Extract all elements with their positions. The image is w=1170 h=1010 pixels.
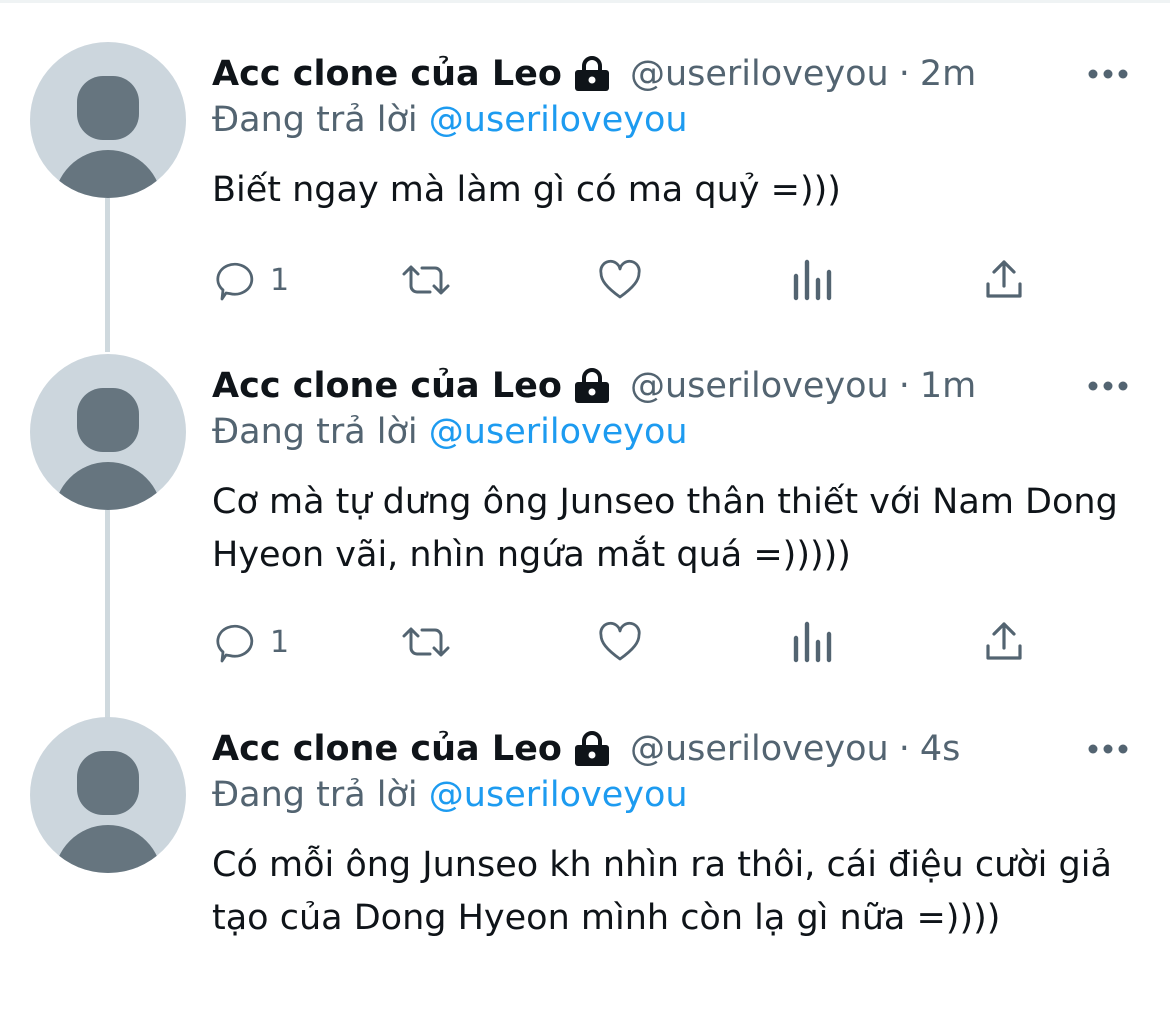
reply-count: 1 (270, 262, 290, 298)
tweet-header: Acc clone của Leo @useriloveyou · 2m (212, 50, 976, 98)
retweet-button[interactable] (398, 614, 454, 670)
tweet-header: Acc clone của Leo @useriloveyou · 1m (212, 362, 976, 410)
replying-to: Đang trả lời @useriloveyou (212, 412, 688, 452)
separator-dot: · (898, 54, 910, 94)
display-name[interactable]: Acc clone của Leo (212, 366, 562, 406)
like-button[interactable] (596, 252, 644, 308)
tweet-actions: 1 (212, 252, 1092, 312)
lock-icon (574, 368, 609, 403)
reply-icon (216, 624, 254, 663)
timestamp[interactable]: 2m (920, 54, 976, 94)
more-icon[interactable] (1086, 737, 1130, 761)
more-icon[interactable] (1086, 374, 1130, 398)
analytics-button[interactable] (790, 614, 834, 670)
replying-mention[interactable]: @useriloveyou (429, 775, 688, 815)
timestamp[interactable]: 1m (920, 366, 976, 406)
avatar-head (77, 751, 139, 815)
reply-button[interactable]: 1 (212, 614, 289, 670)
display-name[interactable]: Acc clone của Leo (212, 54, 562, 94)
tweet-actions: 1 (212, 614, 1092, 674)
retweet-icon (402, 265, 450, 295)
avatar-body (54, 462, 162, 510)
user-handle[interactable]: @useriloveyou (630, 54, 889, 94)
more-icon[interactable] (1086, 62, 1130, 86)
replying-mention[interactable]: @useriloveyou (429, 100, 688, 140)
heart-icon (599, 259, 641, 299)
tweet[interactable]: Acc clone của Leo @useriloveyou · 4s Đan… (0, 717, 1170, 1007)
tweet[interactable]: Acc clone của Leo @useriloveyou · 1m Đan… (0, 354, 1170, 684)
retweet-icon (402, 627, 450, 657)
timestamp[interactable]: 4s (920, 729, 961, 769)
user-handle[interactable]: @useriloveyou (630, 366, 889, 406)
avatar-head (77, 388, 139, 452)
separator-dot: · (898, 366, 910, 406)
heart-icon (599, 621, 641, 661)
lock-icon (574, 56, 609, 91)
avatar-head (77, 76, 139, 140)
avatar-body (54, 150, 162, 198)
separator-dot: · (898, 729, 910, 769)
avatar-body (54, 825, 162, 873)
tweet-text: Có mỗi ông Junseo kh nhìn ra thôi, cái đ… (212, 845, 1112, 938)
replying-prefix: Đang trả lời (212, 775, 418, 815)
avatar[interactable] (30, 42, 186, 198)
replying-to: Đang trả lời @useriloveyou (212, 775, 688, 815)
share-button[interactable] (980, 614, 1028, 670)
tweet-header: Acc clone của Leo @useriloveyou · 4s (212, 725, 960, 773)
display-name[interactable]: Acc clone của Leo (212, 729, 562, 769)
share-icon (986, 622, 1022, 660)
analytics-icon (793, 621, 832, 663)
replying-to: Đang trả lời @useriloveyou (212, 100, 688, 140)
avatar[interactable] (30, 717, 186, 873)
replying-prefix: Đang trả lời (212, 412, 418, 452)
reply-count: 1 (270, 624, 290, 660)
replying-mention[interactable]: @useriloveyou (429, 412, 688, 452)
reply-button[interactable]: 1 (212, 252, 289, 308)
replying-prefix: Đang trả lời (212, 100, 418, 140)
like-button[interactable] (596, 614, 644, 670)
analytics-icon (793, 259, 832, 301)
analytics-button[interactable] (790, 252, 834, 308)
avatar[interactable] (30, 354, 186, 510)
top-divider (0, 0, 1170, 3)
user-handle[interactable]: @useriloveyou (630, 729, 889, 769)
lock-icon (574, 731, 609, 766)
share-icon (986, 260, 1022, 298)
retweet-button[interactable] (398, 252, 454, 308)
tweet[interactable]: Acc clone của Leo @useriloveyou · 2m Đan… (0, 42, 1170, 342)
share-button[interactable] (980, 252, 1028, 308)
tweet-text: Cơ mà tự dưng ông Junseo thân thiết với … (212, 482, 1118, 575)
reply-icon (216, 262, 254, 301)
tweet-text: Biết ngay mà làm gì có ma quỷ =))) (212, 170, 841, 210)
